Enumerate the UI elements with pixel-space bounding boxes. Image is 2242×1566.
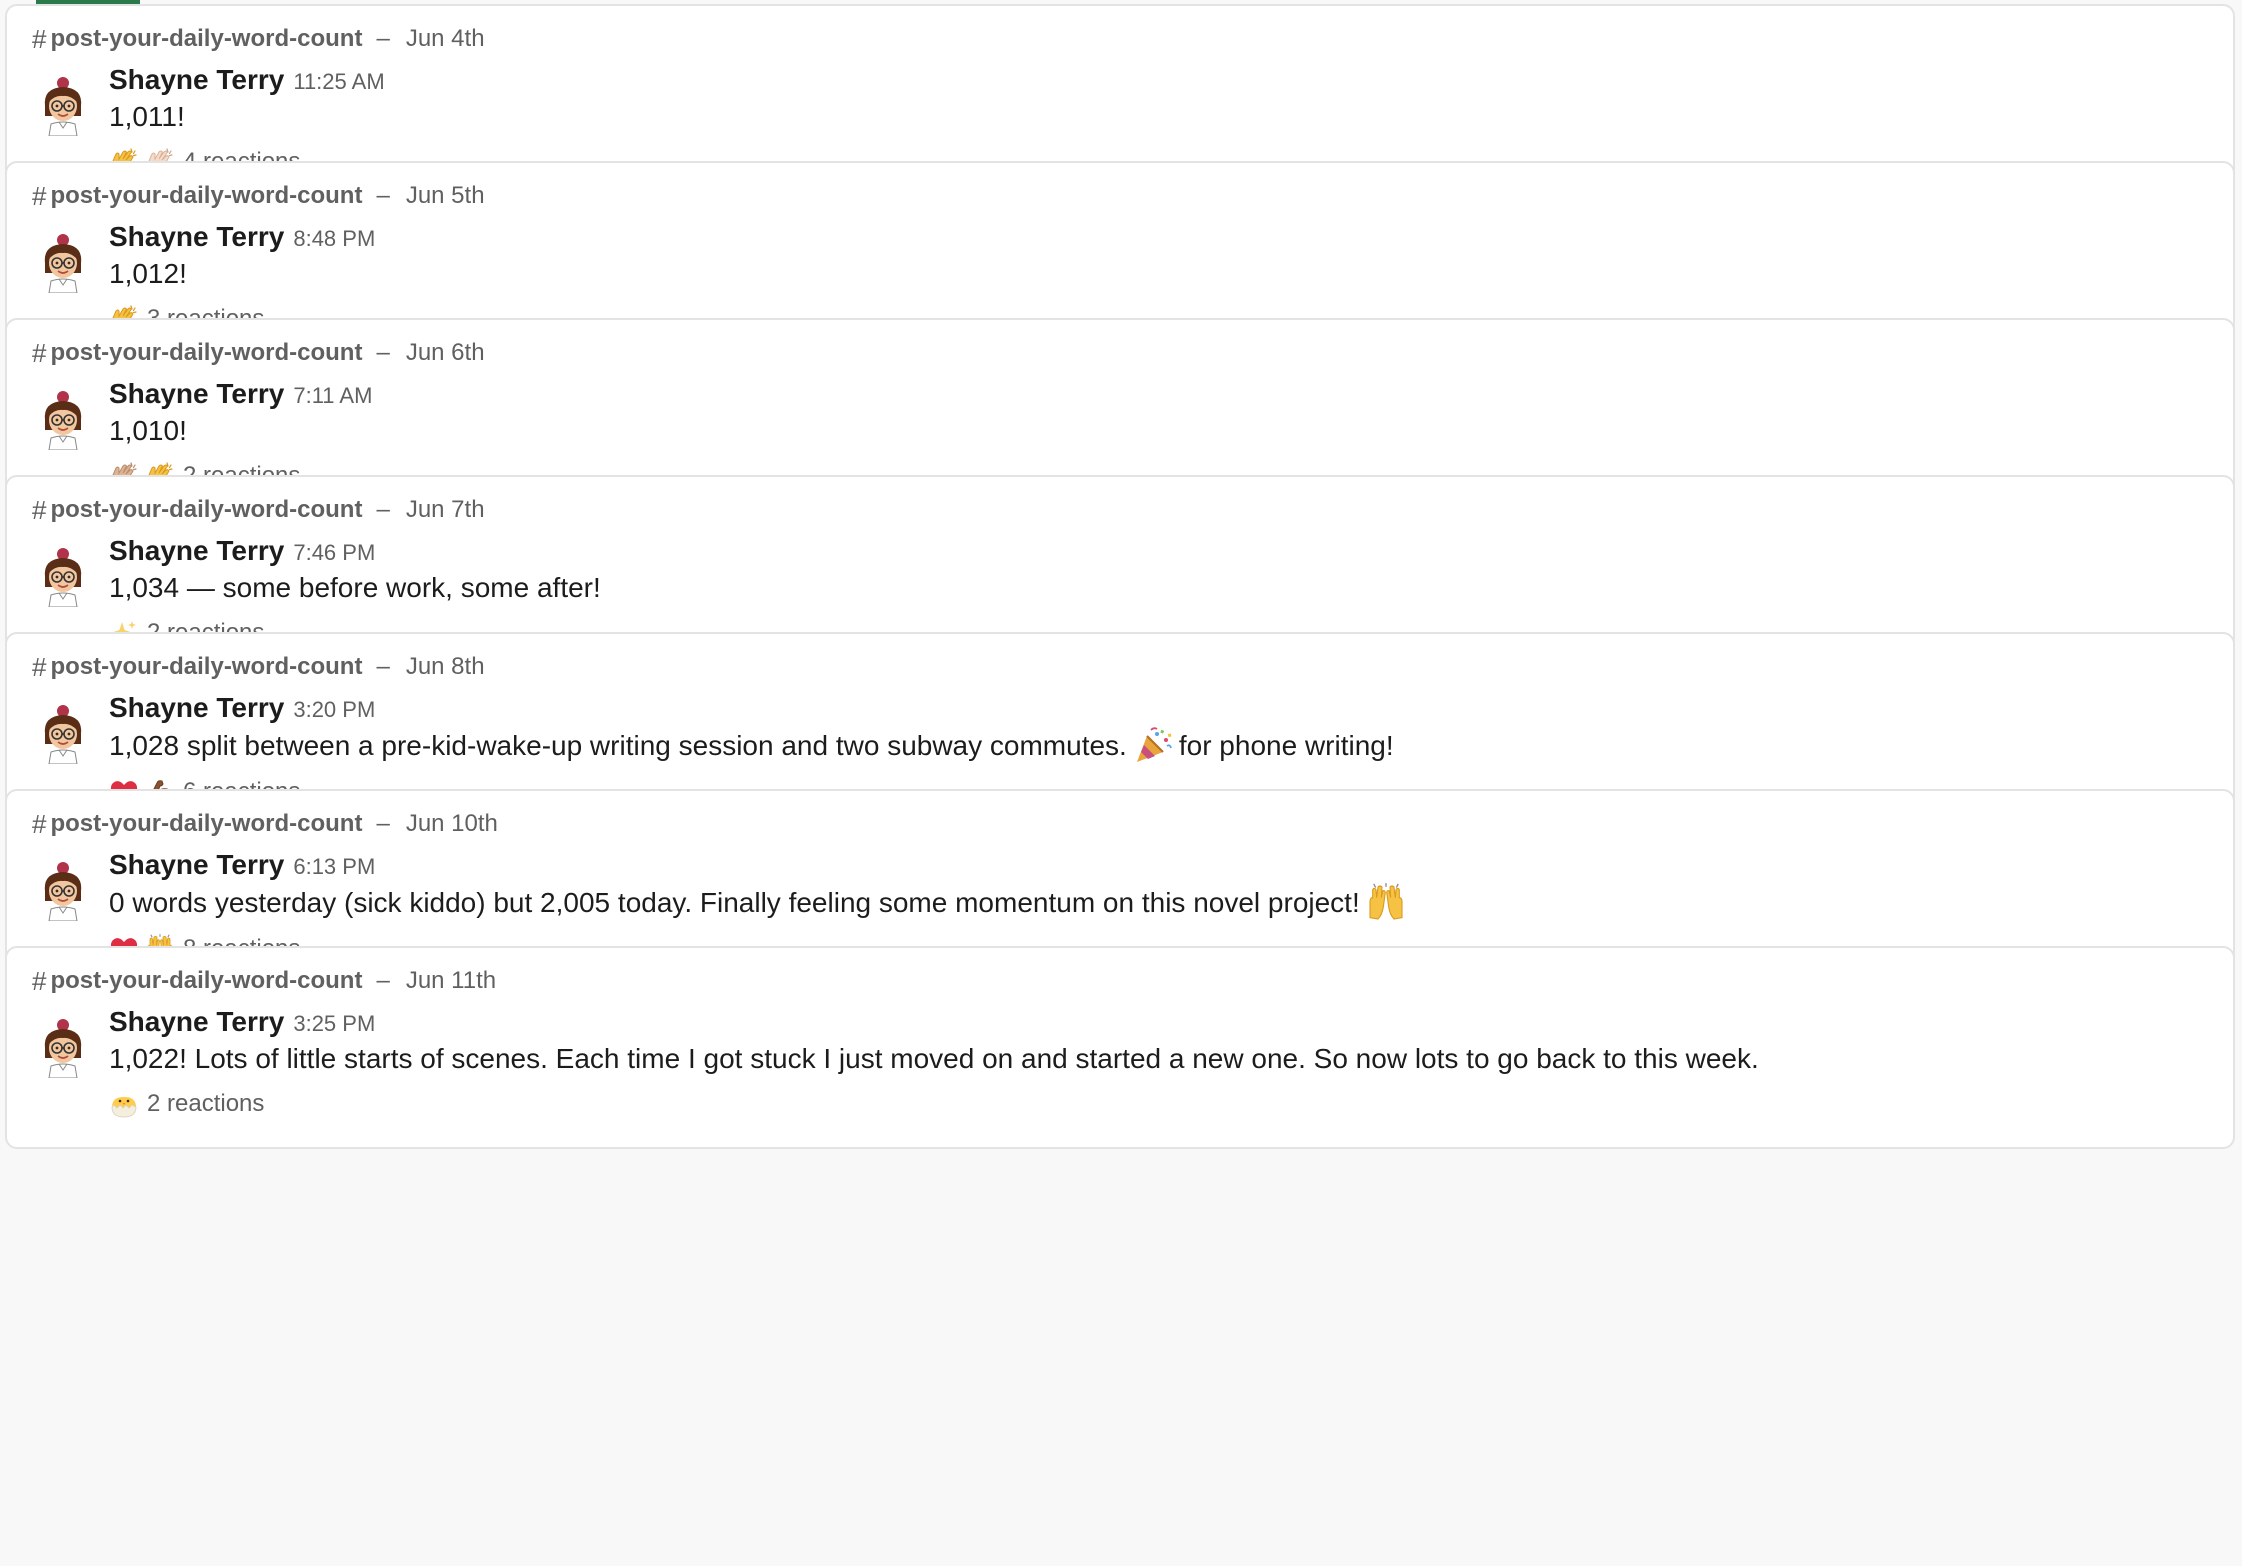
card-header: # post-your-daily-word-count – Jun 5th	[32, 179, 485, 213]
channel-hash-icon: #	[32, 180, 47, 211]
header-separator: –	[376, 653, 390, 680]
author-name[interactable]: Shayne Terry	[109, 692, 284, 724]
card-header: # post-your-daily-word-count – Jun 4th	[32, 22, 485, 56]
avatar[interactable]	[37, 861, 89, 921]
message-date[interactable]: Jun 5th	[406, 182, 485, 210]
message-date[interactable]: Jun 8th	[406, 653, 485, 681]
author-name[interactable]: Shayne Terry	[109, 1006, 284, 1038]
avatar[interactable]	[37, 390, 89, 450]
header-separator: –	[376, 496, 390, 523]
channel-hash-icon: #	[32, 651, 47, 682]
party-popper-icon	[1133, 726, 1173, 766]
author-name[interactable]: Shayne Terry	[109, 535, 284, 567]
avatar[interactable]	[37, 76, 89, 136]
card-header: # post-your-daily-word-count – Jun 11th	[32, 964, 496, 998]
message-text-part: 1,028 split between a pre-kid-wake-up wr…	[109, 730, 1127, 761]
message-text-part: 0 words yesterday (sick kiddo) but 2,005…	[109, 887, 1360, 918]
channel-link[interactable]: post-your-daily-word-count	[50, 653, 362, 681]
message-time[interactable]: 6:13 PM	[293, 854, 375, 880]
card-header: # post-your-daily-word-count – Jun 10th	[32, 807, 498, 841]
message-text: 1,022! Lots of little starts of scenes. …	[109, 1043, 1759, 1074]
message-body: Shayne Terry 3:25 PM 1,022! Lots of litt…	[109, 1006, 2213, 1122]
message-date[interactable]: Jun 10th	[406, 810, 498, 838]
author-name[interactable]: Shayne Terry	[109, 378, 284, 410]
message-date[interactable]: Jun 6th	[406, 339, 485, 367]
message-text: 1,010!	[109, 415, 187, 446]
channel-link[interactable]: post-your-daily-word-count	[50, 967, 362, 995]
message-text: 1,034 — some before work, some after!	[109, 572, 601, 603]
message-text: 1,012!	[109, 258, 187, 289]
channel-link[interactable]: post-your-daily-word-count	[50, 496, 362, 524]
author-name[interactable]: Shayne Terry	[109, 64, 284, 96]
raising-hands-icon	[1366, 883, 1406, 923]
channel-link[interactable]: post-your-daily-word-count	[50, 810, 362, 838]
channel-link[interactable]: post-your-daily-word-count	[50, 339, 362, 367]
card-header: # post-your-daily-word-count – Jun 6th	[32, 336, 485, 370]
message-time[interactable]: 3:20 PM	[293, 697, 375, 723]
message-date[interactable]: Jun 4th	[406, 25, 485, 53]
hatching-chick-icon	[109, 1089, 139, 1119]
message-text: 0 words yesterday (sick kiddo) but 2,005…	[109, 883, 2213, 923]
channel-hash-icon: #	[32, 337, 47, 368]
channel-hash-icon: #	[32, 23, 47, 54]
message-time[interactable]: 7:11 AM	[293, 383, 372, 409]
header-separator: –	[376, 339, 390, 366]
message-time[interactable]: 8:48 PM	[293, 226, 375, 252]
avatar[interactable]	[37, 233, 89, 293]
author-name[interactable]: Shayne Terry	[109, 221, 284, 253]
message-time[interactable]: 3:25 PM	[293, 1011, 375, 1037]
reactions-row[interactable]: 2 reactions	[109, 1086, 2213, 1122]
reactions-count[interactable]: 2 reactions	[147, 1090, 264, 1118]
avatar[interactable]	[37, 547, 89, 607]
header-separator: –	[376, 967, 390, 994]
avatar[interactable]	[37, 704, 89, 764]
message-time[interactable]: 7:46 PM	[293, 540, 375, 566]
channel-hash-icon: #	[32, 965, 47, 996]
header-separator: –	[376, 25, 390, 52]
message-date[interactable]: Jun 7th	[406, 496, 485, 524]
channel-hash-icon: #	[32, 808, 47, 839]
card-header: # post-your-daily-word-count – Jun 8th	[32, 650, 485, 684]
message-text-part: for phone writing!	[1178, 730, 1394, 761]
channel-hash-icon: #	[32, 494, 47, 525]
message-card[interactable]: # post-your-daily-word-count – Jun 11th …	[5, 946, 2235, 1149]
channel-link[interactable]: post-your-daily-word-count	[50, 25, 362, 53]
message-time[interactable]: 11:25 AM	[293, 69, 384, 95]
header-separator: –	[376, 182, 390, 209]
card-header: # post-your-daily-word-count – Jun 7th	[32, 493, 485, 527]
author-name[interactable]: Shayne Terry	[109, 849, 284, 881]
message-text: 1,028 split between a pre-kid-wake-up wr…	[109, 726, 2213, 766]
avatar[interactable]	[37, 1018, 89, 1078]
message-date[interactable]: Jun 11th	[406, 967, 496, 995]
channel-link[interactable]: post-your-daily-word-count	[50, 182, 362, 210]
message-text: 1,011!	[109, 101, 185, 132]
header-separator: –	[376, 810, 390, 837]
